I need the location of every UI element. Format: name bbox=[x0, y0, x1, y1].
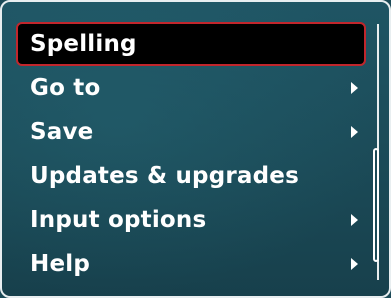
menu-panel: Spelling Go to Save Updates & upgrades I… bbox=[0, 0, 391, 298]
menu-item-updates-upgrades[interactable]: Updates & upgrades bbox=[16, 154, 366, 198]
menu-item-help[interactable]: Help bbox=[16, 242, 366, 286]
menu-item-input-options[interactable]: Input options bbox=[16, 198, 366, 242]
chevron-right-icon bbox=[351, 214, 358, 226]
menu-item-label: Go to bbox=[30, 75, 101, 101]
chevron-right-icon bbox=[351, 82, 358, 94]
menu-item-spelling[interactable]: Spelling bbox=[16, 22, 366, 66]
menu-item-label: Spelling bbox=[30, 31, 137, 57]
menu-item-label: Help bbox=[30, 251, 90, 277]
menu-list: Spelling Go to Save Updates & upgrades I… bbox=[16, 22, 366, 286]
chevron-right-icon bbox=[351, 258, 358, 270]
menu-item-label: Save bbox=[30, 119, 94, 145]
chevron-right-icon bbox=[351, 126, 358, 138]
menu-item-go-to[interactable]: Go to bbox=[16, 66, 366, 110]
menu-item-label: Updates & upgrades bbox=[30, 163, 299, 189]
menu-item-save[interactable]: Save bbox=[16, 110, 366, 154]
menu-item-label: Input options bbox=[30, 207, 207, 233]
scrollbar-thumb[interactable] bbox=[373, 148, 379, 262]
